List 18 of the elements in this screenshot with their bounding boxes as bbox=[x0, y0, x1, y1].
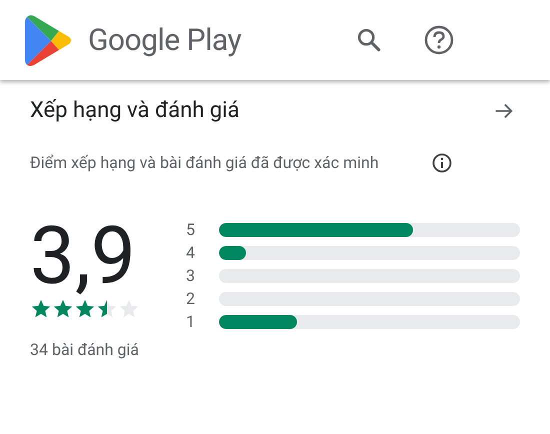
star-level-label: 1 bbox=[186, 315, 196, 329]
star-icon bbox=[96, 298, 118, 320]
info-icon[interactable] bbox=[432, 152, 452, 172]
help-icon[interactable] bbox=[424, 25, 454, 55]
star-icon bbox=[52, 298, 74, 320]
section-title: Xếp hạng và đánh giá bbox=[30, 97, 240, 125]
verified-note: Điểm xếp hạng và bài đánh giá đã được xác minh bbox=[30, 152, 380, 174]
star-level-label: 5 bbox=[186, 223, 196, 237]
star-level-label: 3 bbox=[186, 269, 196, 283]
star-icon bbox=[74, 298, 96, 320]
star-level-label: 2 bbox=[186, 292, 196, 306]
star-level-label: 4 bbox=[186, 246, 196, 260]
review-count: 34 bài đánh giá bbox=[30, 339, 140, 361]
search-icon[interactable] bbox=[356, 27, 382, 53]
average-rating: 3,9 bbox=[30, 216, 137, 296]
star-icon bbox=[30, 298, 52, 320]
brand-name: Google Play bbox=[88, 22, 242, 60]
logo-icon bbox=[25, 14, 73, 66]
